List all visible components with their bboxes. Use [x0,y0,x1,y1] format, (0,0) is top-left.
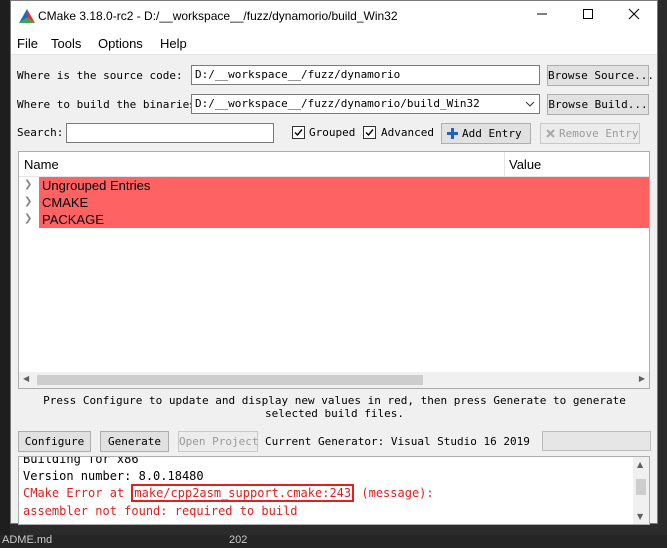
background-editor-strip [0,0,10,548]
grouped-checkbox[interactable] [292,126,305,139]
output-log[interactable]: Building for x86 Version number: 8.0.184… [18,456,650,525]
chevron-right-icon[interactable]: ❯ [24,213,32,224]
open-project-button[interactable]: Open Project [178,431,258,452]
output-line: Version number: 8.0.18480 [23,469,204,483]
remove-entry-label: Remove Entry [559,127,639,140]
tree-row-label: Ungrouped Entries [39,177,649,194]
tree-row-ungrouped[interactable]: ❯ Ungrouped Entries [19,177,649,194]
build-label: Where to build the binaries: [17,98,203,111]
maximize-icon [583,9,593,19]
advanced-label: Advanced [381,126,434,139]
generate-button[interactable]: Generate [100,431,169,452]
chevron-down-icon [525,101,535,107]
source-path-input[interactable]: D:/__workspace__/fuzz/dynamorio [191,65,540,85]
column-header-value[interactable]: Value [509,157,541,172]
title-bar: CMake 3.18.0-rc2 - D:/__workspace__/fuzz… [11,1,657,32]
output-error-detail: assembler not found: required to build [23,504,298,518]
error-file-link[interactable]: make/cpp2asm_support.cmake:243 [131,484,355,502]
error-suffix: (message): [361,486,434,500]
window-title: CMake 3.18.0-rc2 - D:/__workspace__/fuzz… [38,9,398,23]
scroll-left-icon[interactable]: ◀ [23,374,29,383]
advanced-checkbox[interactable] [363,126,376,139]
current-generator-label: Current Generator: Visual Studio 16 2019 [265,435,530,448]
output-line: Building for x86 [23,456,139,466]
minimize-button[interactable] [519,1,565,32]
chevron-right-icon[interactable]: ❯ [24,196,32,207]
tree-row-label: PACKAGE [39,211,649,228]
configure-button[interactable]: Configure [18,431,91,452]
column-divider[interactable] [504,152,505,176]
add-entry-button[interactable]: Add Entry [441,123,531,144]
grouped-label: Grouped [309,126,356,139]
tree-row-package[interactable]: ❯ PACKAGE [19,211,649,228]
cmake-window: CMake 3.18.0-rc2 - D:/__workspace__/fuzz… [10,0,658,525]
cache-entries-tree[interactable]: Name Value ❯ Ungrouped Entries ❯ CMAKE ❯… [18,151,650,389]
progress-bar [542,431,651,451]
menu-tools[interactable]: Tools [51,36,81,51]
scroll-down-icon[interactable]: ▼ [637,512,643,521]
tree-row-label: CMAKE [39,194,649,211]
close-icon [628,8,640,20]
background-file-label: ADME.md [2,534,53,546]
background-date-label: 202 [229,534,248,546]
vertical-scrollbar[interactable]: ▲ ▼ [633,457,649,524]
remove-icon [546,129,555,138]
search-input[interactable] [66,123,274,143]
scroll-up-icon[interactable]: ▲ [637,460,643,469]
error-prefix: CMake Error at [23,486,125,500]
browse-build-button[interactable]: Browse Build... [547,94,649,115]
tree-header: Name Value [19,152,649,177]
output-error-line: CMake Error at make/cpp2asm_support.cmak… [23,484,434,502]
chevron-right-icon[interactable]: ❯ [24,179,32,190]
plus-icon [447,128,458,139]
build-path-combobox[interactable]: D:/__workspace__/fuzz/dynamorio/build_Wi… [191,94,540,114]
menu-help[interactable]: Help [160,36,187,51]
tree-row-cmake[interactable]: ❯ CMAKE [19,194,649,211]
checkmark-icon [365,129,374,137]
horizontal-scrollbar[interactable]: ◀ ▶ [19,372,649,388]
add-entry-label: Add Entry [462,127,522,140]
build-path-value: D:/__workspace__/fuzz/dynamorio/build_Wi… [195,97,480,110]
configure-hint-text: Press Configure to update and display ne… [43,394,626,420]
close-button[interactable] [611,1,657,32]
browse-source-button[interactable]: Browse Source... [547,65,654,86]
remove-entry-button[interactable]: Remove Entry [540,123,640,144]
source-label: Where is the source code: [17,69,183,82]
minimize-icon [537,13,547,15]
column-header-name[interactable]: Name [24,157,59,172]
scrollbar-thumb[interactable] [636,479,646,495]
cmake-logo-icon [19,9,35,23]
background-taskbar: ADME.md 202 [0,534,667,548]
search-label: Search: [17,126,64,139]
maximize-button[interactable] [565,1,611,32]
checkmark-icon [294,129,303,137]
scrollbar-thumb[interactable] [37,375,423,385]
menu-bar: File Tools Options Help [11,32,657,55]
scroll-right-icon[interactable]: ▶ [639,374,645,383]
menu-options[interactable]: Options [98,36,143,51]
menu-file[interactable]: File [17,36,38,51]
